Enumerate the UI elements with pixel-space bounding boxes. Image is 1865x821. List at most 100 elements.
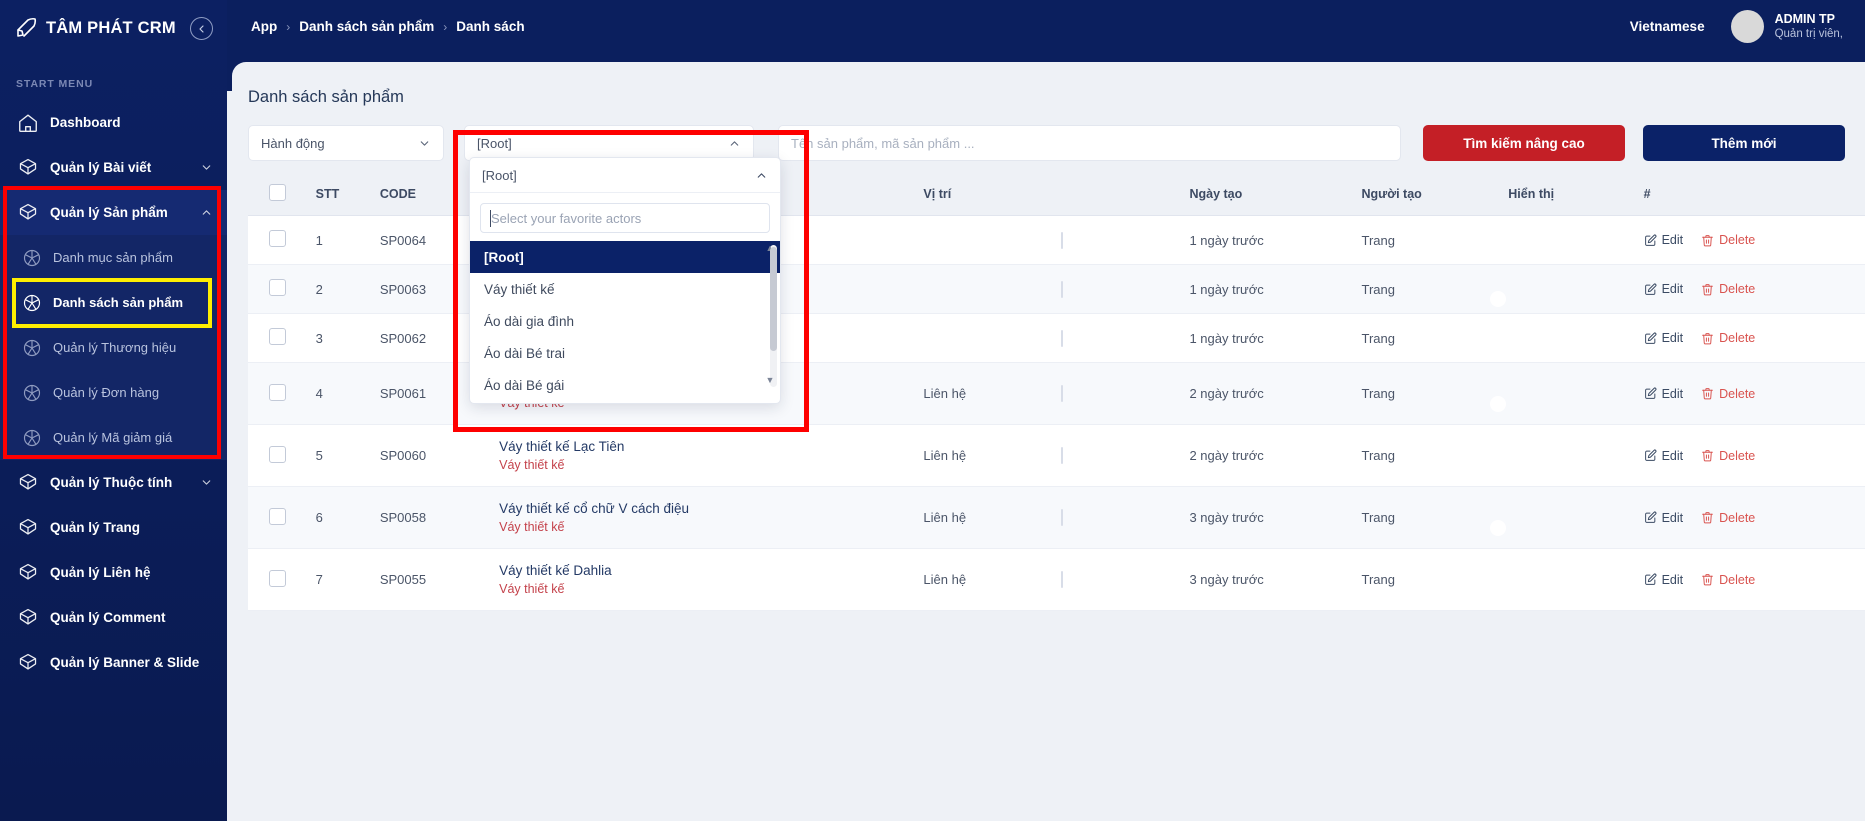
row-checkbox[interactable] <box>269 446 286 463</box>
trash-icon <box>1701 234 1714 247</box>
cell-thumbnail <box>1053 216 1181 265</box>
sidebar-item-thuoc-tinh[interactable]: Quản lý Thuộc tính <box>0 460 227 505</box>
breadcrumb-item-app[interactable]: App <box>251 19 277 34</box>
edit-label: Edit <box>1662 233 1684 247</box>
sidebar-collapse-button[interactable] <box>190 17 213 40</box>
cell-actions: Edit Delete <box>1636 549 1865 611</box>
sidebar-item-san-pham[interactable]: Quản lý Sản phẩm <box>0 190 227 235</box>
edit-button[interactable]: Edit <box>1644 233 1684 247</box>
dropdown-option-root[interactable]: [Root] <box>470 241 780 273</box>
edit-button[interactable]: Edit <box>1644 282 1684 296</box>
page-title: Danh sách sản phẩm <box>248 88 1865 107</box>
row-checkbox[interactable] <box>269 328 286 345</box>
dropdown-option-ao-dai-gia-dinh[interactable]: Áo dài gia đình <box>470 305 780 337</box>
cell-creator: Trang <box>1353 216 1500 265</box>
column-ngay-tao[interactable]: Ngày tạo <box>1181 173 1353 216</box>
aperture-icon <box>22 338 42 358</box>
user-info[interactable]: ADMIN TP Quản trị viên, <box>1775 12 1843 42</box>
delete-button[interactable]: Delete <box>1701 573 1755 587</box>
column-nguoi-tao[interactable]: Người tạo <box>1353 173 1500 216</box>
product-thumbnail <box>1061 232 1063 249</box>
delete-button[interactable]: Delete <box>1701 449 1755 463</box>
category-select[interactable]: [Root] <box>464 125 754 161</box>
column-image <box>1053 173 1181 216</box>
chevron-up-icon <box>728 137 741 150</box>
cell-thumbnail <box>1053 425 1181 487</box>
edit-button[interactable]: Edit <box>1644 387 1684 401</box>
triangle-down-icon[interactable]: ▼ <box>765 375 775 385</box>
edit-button[interactable]: Edit <box>1644 511 1684 525</box>
delete-label: Delete <box>1719 573 1755 587</box>
sidebar-item-quan-ly-lien-he[interactable]: Quản lý Liên hệ <box>0 550 227 595</box>
advanced-search-button[interactable]: Tìm kiếm nâng cao <box>1423 125 1625 161</box>
dropdown-scrollbar-thumb[interactable] <box>770 247 777 351</box>
action-select[interactable]: Hành động <box>248 125 444 161</box>
row-checkbox[interactable] <box>269 570 286 587</box>
action-select-value: Hành động <box>261 136 325 151</box>
dropdown-option-ao-dai-be-gai[interactable]: Áo dài Bé gái <box>470 369 780 401</box>
sidebar-item-danh-muc-san-pham[interactable]: Danh mục sản phẩm <box>0 235 227 280</box>
dropdown-option-ao-dai-be-trai[interactable]: Áo dài Bé trai <box>470 337 780 369</box>
sidebar-item-quan-ly-banner-slide[interactable]: Quản lý Banner & Slide <box>0 640 227 685</box>
breadcrumb-item-danh-sach[interactable]: Danh sách <box>456 19 524 34</box>
chevron-up-icon[interactable] <box>755 169 768 182</box>
cell-visible <box>1500 549 1635 611</box>
sidebar-item-quan-ly-comment[interactable]: Quản lý Comment <box>0 595 227 640</box>
cell-code: SP0055 <box>372 549 491 611</box>
edit-button[interactable]: Edit <box>1644 331 1684 345</box>
checkbox-unchecked-icon[interactable] <box>269 184 286 201</box>
sidebar-item-quan-ly-trang[interactable]: Quản lý Trang <box>0 505 227 550</box>
delete-button[interactable]: Delete <box>1701 331 1755 345</box>
dropdown-option-vay-thiet-ke[interactable]: Váy thiết kế <box>470 273 780 305</box>
delete-label: Delete <box>1719 282 1755 296</box>
cell-creator: Trang <box>1353 265 1500 314</box>
search-input[interactable]: Tên sản phẩm, mã sản phẩm ... <box>778 125 1401 161</box>
row-checkbox[interactable] <box>269 384 286 401</box>
breadcrumb-item-danh-sach-san-pham[interactable]: Danh sách sản phẩm <box>299 19 434 34</box>
chevron-right-icon: › <box>443 20 447 34</box>
avatar[interactable] <box>1731 10 1764 43</box>
sidebar-item-quan-ly-ma-giam-gia[interactable]: Quản lý Mã giảm giá <box>0 415 227 460</box>
column-hien-thi[interactable]: Hiển thị <box>1500 173 1635 216</box>
language-selector[interactable]: Vietnamese <box>1630 19 1705 34</box>
product-name: Váy thiết kế Dahlia <box>499 563 907 578</box>
column-stt[interactable]: STT <box>308 173 372 216</box>
cell-date: 3 ngày trước <box>1181 549 1353 611</box>
sidebar-item-label: Quản lý Bài viết <box>50 160 151 175</box>
user-name: ADMIN TP <box>1775 12 1843 28</box>
delete-button[interactable]: Delete <box>1701 282 1755 296</box>
sidebar-item-quan-ly-don-hang[interactable]: Quản lý Đơn hàng <box>0 370 227 415</box>
cell-position: Liên hệ <box>915 425 1053 487</box>
cell-name: Váy thiết kế Dahlia Váy thiết kế <box>491 549 915 611</box>
delete-button[interactable]: Delete <box>1701 511 1755 525</box>
search-placeholder: Tên sản phẩm, mã sản phẩm ... <box>791 136 975 151</box>
delete-button[interactable]: Delete <box>1701 387 1755 401</box>
sidebar-item-bai-viet[interactable]: Quản lý Bài viết <box>0 145 227 190</box>
column-actions: # <box>1636 173 1865 216</box>
table-row[interactable]: 7 SP0055 Váy thiết kế Dahlia Váy thiết k… <box>248 549 1865 611</box>
row-checkbox[interactable] <box>269 230 286 247</box>
row-checkbox[interactable] <box>269 508 286 525</box>
row-checkbox[interactable] <box>269 279 286 296</box>
dropdown-selected-value-row[interactable]: [Root] <box>470 158 780 192</box>
delete-button[interactable]: Delete <box>1701 233 1755 247</box>
cell-code: SP0058 <box>372 487 491 549</box>
column-vi-tri[interactable]: Vị trí <box>915 173 1053 216</box>
sidebar-item-quan-ly-thuong-hieu[interactable]: Quản lý Thương hiệu <box>0 325 227 370</box>
delete-label: Delete <box>1719 511 1755 525</box>
sidebar-item-dashboard[interactable]: Dashboard <box>0 100 227 145</box>
sidebar-item-danh-sach-san-pham[interactable]: Danh sách sản phẩm <box>0 280 227 325</box>
table-row[interactable]: 6 SP0058 Váy thiết kế cổ chữ V cách điệu… <box>248 487 1865 549</box>
edit-button[interactable]: Edit <box>1644 573 1684 587</box>
add-new-button[interactable]: Thêm mới <box>1643 125 1845 161</box>
sidebar-item-label: Quản lý Sản phẩm <box>50 205 168 220</box>
delete-label: Delete <box>1719 331 1755 345</box>
table-row[interactable]: 5 SP0060 Váy thiết kế Lạc Tiên Váy thiết… <box>248 425 1865 487</box>
product-name: Váy thiết kế Lạc Tiên <box>499 439 907 454</box>
edit-button[interactable]: Edit <box>1644 449 1684 463</box>
sidebar-section-label: START MENU <box>0 56 227 100</box>
cell-creator: Trang <box>1353 487 1500 549</box>
dropdown-search-input[interactable]: Select your favorite actors <box>480 203 770 233</box>
sidebar-subitem-label: Danh sách sản phẩm <box>53 295 183 310</box>
dropdown-option-list[interactable]: [Root] Váy thiết kế Áo dài gia đình Áo d… <box>470 241 780 403</box>
